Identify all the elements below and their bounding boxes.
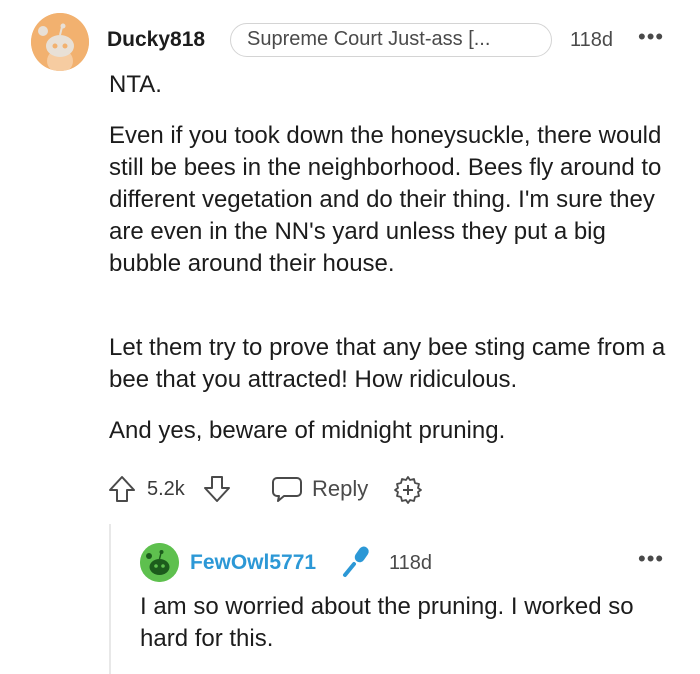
upvote-icon[interactable] (107, 474, 137, 504)
user-flair: Supreme Court Just-ass [... (230, 23, 552, 57)
downvote-icon[interactable] (202, 474, 232, 504)
comment-paragraph: Let them try to prove that any bee sting… (109, 334, 666, 393)
reply-text: I am so worried about the pruning. I wor… (140, 593, 634, 652)
more-options-icon[interactable]: ••• (638, 24, 664, 50)
avatar[interactable] (140, 543, 179, 582)
award-icon[interactable] (393, 475, 423, 505)
username[interactable]: FewOwl5771 (190, 551, 316, 575)
comment-paragraph: NTA. (109, 71, 162, 98)
snoo-avatar-icon (140, 543, 179, 582)
thread-line[interactable] (109, 524, 111, 674)
comment-paragraph: Even if you took down the honeysuckle, t… (109, 122, 662, 277)
username[interactable]: Ducky818 (107, 28, 205, 52)
comment-paragraph: And yes, beware of midnight pruning. (109, 417, 506, 444)
reply-button[interactable]: Reply (312, 476, 368, 502)
avatar[interactable] (31, 13, 89, 71)
microphone-icon (342, 544, 372, 578)
comment-age[interactable]: 118d (570, 29, 613, 52)
vote-score: 5.2k (147, 478, 185, 500)
snoo-avatar-icon (31, 13, 89, 71)
comment-age[interactable]: 118d (389, 552, 432, 575)
reply-icon[interactable] (271, 475, 303, 503)
more-options-icon[interactable]: ••• (638, 546, 664, 572)
